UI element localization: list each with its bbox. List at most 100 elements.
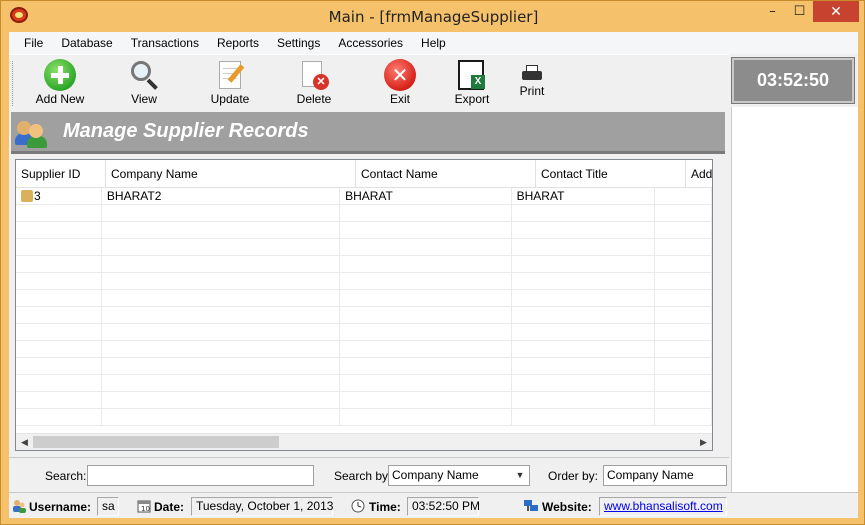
grid-header: Supplier ID Company Name Contact Name Co…	[16, 160, 712, 188]
chevron-down-icon[interactable]: ▼	[513, 466, 527, 485]
table-cell	[16, 392, 102, 409]
table-cell	[512, 205, 655, 222]
date-value: Tuesday, October 1, 2013	[191, 497, 333, 516]
time-label: Time:	[369, 500, 401, 514]
clock-icon	[351, 499, 365, 513]
menu-help[interactable]: Help	[412, 32, 455, 54]
toolbar-grip[interactable]	[12, 61, 15, 106]
table-cell: 3	[16, 188, 102, 205]
row-selector-icon	[21, 190, 33, 202]
table-cell	[340, 239, 512, 256]
scroll-left-icon[interactable]: ◀	[16, 434, 33, 450]
empty-table-row[interactable]	[16, 239, 712, 256]
magnifier-icon	[128, 59, 160, 91]
table-cell	[655, 290, 712, 307]
empty-table-row[interactable]	[16, 341, 712, 358]
horizontal-scrollbar[interactable]: ◀ ▶	[16, 433, 712, 450]
table-cell	[655, 409, 712, 426]
network-icon	[524, 499, 538, 513]
delete-button[interactable]: ✕ Delete	[284, 59, 344, 107]
empty-table-row[interactable]	[16, 290, 712, 307]
delete-document-icon: ✕	[298, 59, 330, 91]
table-cell	[16, 324, 102, 341]
scroll-right-icon[interactable]: ▶	[695, 434, 712, 450]
menu-accessories[interactable]: Accessories	[329, 32, 412, 54]
menu-transactions[interactable]: Transactions	[122, 32, 208, 54]
table-cell	[16, 290, 102, 307]
empty-table-row[interactable]	[16, 392, 712, 409]
order-by-select[interactable]: Company Name	[603, 465, 727, 486]
table-cell	[512, 239, 655, 256]
view-button[interactable]: View	[114, 59, 174, 107]
table-cell	[102, 273, 341, 290]
website-label: Website:	[542, 500, 592, 514]
search-input[interactable]	[87, 465, 314, 486]
maximize-button[interactable]: ☐	[786, 1, 813, 22]
empty-table-row[interactable]	[16, 307, 712, 324]
column-header-address[interactable]: Add	[686, 160, 712, 188]
table-cell	[102, 205, 341, 222]
print-button[interactable]: Print	[502, 59, 562, 107]
menu-reports[interactable]: Reports	[208, 32, 268, 54]
table-cell	[16, 239, 102, 256]
website-link[interactable]: www.bhansalisoft.com	[599, 497, 727, 516]
export-button[interactable]: X Export	[442, 59, 502, 107]
table-cell	[102, 239, 341, 256]
search-label: Search:	[45, 469, 87, 483]
table-cell	[655, 307, 712, 324]
table-cell	[655, 256, 712, 273]
search-by-select[interactable]: Company Name ▼	[388, 465, 530, 486]
table-cell	[102, 222, 341, 239]
menu-settings[interactable]: Settings	[268, 32, 329, 54]
table-cell	[512, 375, 655, 392]
column-header-contact-name[interactable]: Contact Name	[356, 160, 536, 188]
title-bar[interactable]: Main - [frmManageSupplier] – ☐ ✕	[1, 1, 865, 32]
table-cell	[16, 358, 102, 375]
search-by-value: Company Name	[392, 468, 479, 482]
add-icon	[44, 59, 76, 91]
clock-display: 03:52:50	[731, 57, 855, 104]
add-new-label: Add New	[35, 92, 85, 106]
table-cell	[102, 392, 341, 409]
empty-table-row[interactable]	[16, 273, 712, 290]
time-value: 03:52:50 PM	[407, 497, 480, 516]
empty-table-row[interactable]	[16, 358, 712, 375]
username-value: sa	[97, 497, 119, 516]
empty-table-row[interactable]	[16, 409, 712, 426]
menu-file[interactable]: File	[15, 32, 52, 54]
cell-text: 3	[34, 189, 41, 203]
table-cell	[655, 188, 712, 205]
table-cell	[102, 290, 341, 307]
table-row[interactable]: 3 BHARAT2 BHARAT BHARAT	[16, 188, 712, 205]
date-label: Date:	[154, 500, 185, 514]
table-cell	[340, 392, 512, 409]
menu-database[interactable]: Database	[52, 32, 121, 54]
grid-body: 3 BHARAT2 BHARAT BHARAT	[16, 188, 712, 433]
table-cell	[512, 222, 655, 239]
table-cell	[340, 273, 512, 290]
exit-label: Exit	[389, 92, 410, 106]
table-cell	[340, 409, 512, 426]
empty-table-row[interactable]	[16, 256, 712, 273]
minimize-button[interactable]: –	[759, 1, 786, 22]
export-label: Export	[454, 92, 490, 106]
add-new-button[interactable]: Add New	[30, 59, 90, 107]
column-header-company-name[interactable]: Company Name	[106, 160, 356, 188]
empty-table-row[interactable]	[16, 205, 712, 222]
svg-text:10: 10	[141, 505, 150, 513]
empty-table-row[interactable]	[16, 375, 712, 392]
column-header-contact-title[interactable]: Contact Title	[536, 160, 686, 188]
close-button[interactable]: ✕	[813, 1, 859, 22]
scrollbar-thumb[interactable]	[33, 436, 279, 448]
column-header-supplier-id[interactable]: Supplier ID	[16, 160, 106, 188]
supplier-grid[interactable]: Supplier ID Company Name Contact Name Co…	[15, 159, 713, 451]
exit-button[interactable]: ✕ Exit	[370, 59, 430, 107]
empty-table-row[interactable]	[16, 324, 712, 341]
update-button[interactable]: Update	[200, 59, 260, 107]
empty-table-row[interactable]	[16, 222, 712, 239]
table-cell	[340, 375, 512, 392]
table-cell	[512, 341, 655, 358]
menu-bar: File Database Transactions Reports Setti…	[9, 32, 858, 54]
table-cell	[16, 375, 102, 392]
table-cell	[340, 341, 512, 358]
